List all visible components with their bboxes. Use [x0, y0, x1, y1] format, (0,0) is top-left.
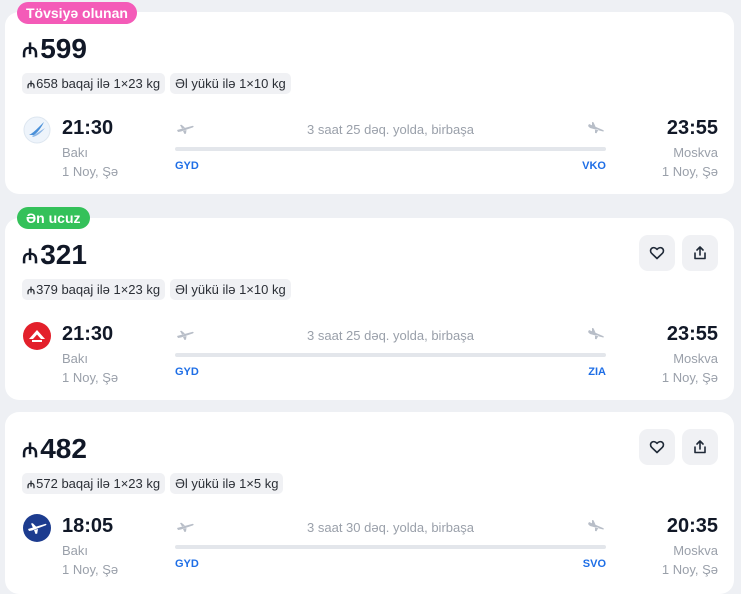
recommended-badge: Tövsiyə olunan — [17, 2, 137, 24]
arrival: 23:55 Moskva 1 Noy, Şə — [662, 116, 718, 179]
departure-city: Bakı — [62, 145, 89, 160]
flight-offer-card[interactable]: ₼ 321 ₼379 baqaj ilə 1×23 kg Əl yükü ilə… — [5, 218, 734, 400]
flight-duration: 3 saat 25 dəq. yolda, birbaşa — [307, 328, 474, 343]
route: 3 saat 25 dəq. yolda, birbaşa GYD ZIA — [175, 322, 606, 382]
departure-airport-code: GYD — [175, 558, 199, 570]
arrival-airport-code: ZIA — [588, 366, 606, 378]
arrival-city: Moskva — [673, 351, 718, 366]
arrival-time: 23:55 — [666, 117, 718, 139]
arrival-time: 20:35 — [666, 515, 718, 537]
arrival: 20:35 Moskva 1 Noy, Şə — [662, 514, 718, 577]
share-icon — [694, 246, 706, 260]
flight-segment: 21:30 Bakı 1 Noy, Şə 3 saat 25 dəq. yold… — [5, 322, 734, 392]
departure-airport-code: GYD — [175, 160, 199, 172]
flight-offer-card[interactable]: ₼ 482 ₼572 baqaj ilə 1×23 kg Əl yükü ilə… — [5, 412, 734, 594]
currency-symbol: ₼ — [27, 80, 36, 91]
route: 3 saat 25 dəq. yolda, birbaşa GYD VKO — [175, 116, 606, 176]
red-wings-logo — [23, 322, 51, 350]
currency-symbol: ₼ — [27, 286, 36, 297]
arrival-time: 23:55 — [666, 323, 718, 345]
currency-symbol: ₼ — [27, 480, 36, 491]
arrival: 23:55 Moskva 1 Noy, Şə — [662, 322, 718, 385]
currency-symbol: ₼ — [22, 245, 39, 268]
departure-time: 21:30 — [62, 323, 114, 345]
departure: 21:30 Bakı 1 Noy, Şə — [62, 322, 118, 385]
flight-duration: 3 saat 30 dəq. yolda, birbaşa — [307, 520, 474, 535]
arrival-city: Moskva — [673, 543, 718, 558]
price: ₼ 599 — [22, 33, 87, 65]
swallow-logo — [23, 116, 51, 144]
cheapest-badge: Ən ucuz — [17, 207, 90, 229]
flight-segment: 18:05 Bakı 1 Noy, Şə 3 saat 30 dəq. yold… — [5, 514, 734, 584]
baggage-chip: ₼379 baqaj ilə 1×23 kg — [22, 279, 166, 300]
favorite-button[interactable] — [639, 235, 675, 271]
baggage-price: 379 — [36, 282, 58, 297]
departure-date: 1 Noy, Şə — [62, 370, 119, 385]
price: ₼ 321 — [22, 239, 87, 271]
price-value: 321 — [40, 239, 87, 270]
landing-icon — [588, 122, 604, 134]
favorite-button[interactable] — [639, 429, 675, 465]
heart-icon — [649, 246, 665, 260]
share-button[interactable] — [682, 235, 718, 271]
hand-luggage-chip: Əl yükü ilə 1×10 kg — [170, 279, 291, 300]
hand-luggage-chip: Əl yükü ilə 1×5 kg — [170, 473, 284, 494]
arrival-city: Moskva — [673, 145, 718, 160]
arrival-date: 1 Noy, Şə — [661, 164, 718, 179]
departure-time: 18:05 — [62, 515, 114, 537]
departure: 21:30 Bakı 1 Noy, Şə — [62, 116, 118, 179]
flight-offer-card[interactable]: ₼ 599 ₼658 baqaj ilə 1×23 kg Əl yükü ilə… — [5, 12, 734, 194]
departure-city: Bakı — [62, 543, 89, 558]
arrival-airport-code: VKO — [582, 160, 606, 172]
currency-symbol: ₼ — [22, 39, 39, 62]
arrival-date: 1 Noy, Şə — [661, 562, 718, 577]
landing-icon — [588, 328, 604, 340]
share-button[interactable] — [682, 429, 718, 465]
departure-date: 1 Noy, Şə — [62, 164, 119, 179]
baggage-price: 658 — [36, 76, 58, 91]
currency-symbol: ₼ — [22, 439, 39, 462]
departure-date: 1 Noy, Şə — [62, 562, 119, 577]
price-value: 599 — [40, 33, 87, 64]
heart-icon — [649, 440, 665, 454]
arrival-date: 1 Noy, Şə — [661, 370, 718, 385]
baggage-text: baqaj ilə 1×23 kg — [61, 476, 161, 491]
route-bar — [175, 545, 606, 549]
baggage-text: baqaj ilə 1×23 kg — [61, 282, 161, 297]
departure-airport-code: GYD — [175, 366, 199, 378]
baggage-chip: ₼572 baqaj ilə 1×23 kg — [22, 473, 166, 494]
blue-plane-logo — [23, 514, 51, 542]
landing-icon — [588, 520, 604, 532]
route-bar — [175, 147, 606, 151]
price-value: 482 — [40, 433, 87, 464]
departure-time: 21:30 — [62, 117, 114, 139]
route-bar — [175, 353, 606, 357]
departure-city: Bakı — [62, 351, 89, 366]
departure: 18:05 Bakı 1 Noy, Şə — [62, 514, 118, 577]
price: ₼ 482 — [22, 433, 87, 465]
flight-segment: 21:30 Bakı 1 Noy, Şə 3 saat 25 dəq. yold… — [5, 116, 734, 186]
hand-luggage-chip: Əl yükü ilə 1×10 kg — [170, 73, 291, 94]
flight-duration: 3 saat 25 dəq. yolda, birbaşa — [307, 122, 474, 137]
share-icon — [694, 440, 706, 454]
baggage-chip: ₼658 baqaj ilə 1×23 kg — [22, 73, 166, 94]
route: 3 saat 30 dəq. yolda, birbaşa GYD SVO — [175, 514, 606, 574]
arrival-airport-code: SVO — [582, 558, 606, 570]
baggage-price: 572 — [36, 476, 58, 491]
baggage-text: baqaj ilə 1×23 kg — [61, 76, 161, 91]
